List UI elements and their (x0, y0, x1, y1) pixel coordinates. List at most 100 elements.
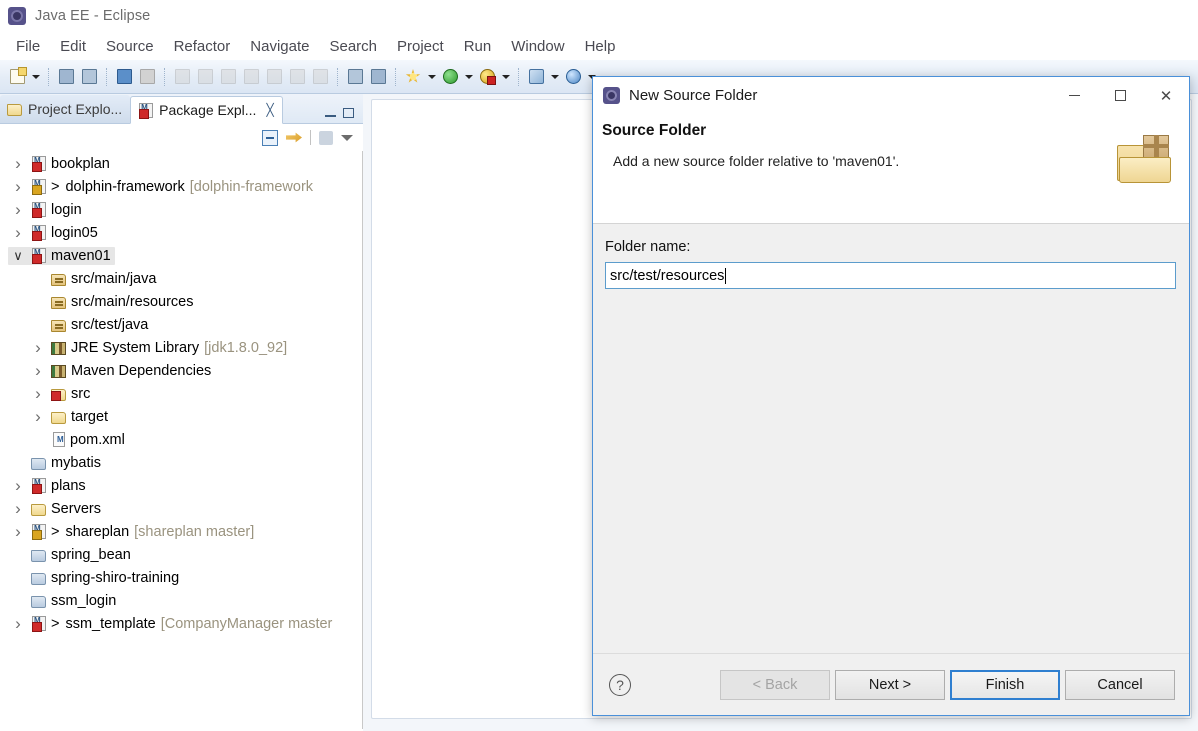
chevron-right-icon[interactable] (30, 339, 46, 356)
eclipse-icon (8, 7, 26, 25)
step-return-icon[interactable] (309, 65, 331, 89)
link-with-editor-icon[interactable] (286, 132, 302, 143)
dialog-body: Folder name: src/test/resources (593, 224, 1189, 653)
tree-item-annotation: [jdk1.8.0_92] (204, 339, 288, 356)
save-icon[interactable] (55, 65, 77, 89)
new-wizard-icon[interactable] (6, 65, 28, 89)
tree-row[interactable]: spring-shiro-training (0, 566, 362, 589)
maven-project-icon (32, 225, 46, 241)
tree-row[interactable]: > shareplan [shareplan master] (0, 520, 362, 543)
menu-search[interactable]: Search (319, 36, 387, 57)
finish-button[interactable]: Finish (950, 669, 1060, 700)
tree-item-label: dolphin-framework (65, 178, 185, 195)
tree-row[interactable]: login (0, 198, 362, 221)
chevron-right-icon[interactable] (10, 155, 26, 172)
new-profile-icon[interactable] (525, 65, 547, 89)
project-tree[interactable]: bookplan > dolphin-framework [dolphin-fram… (0, 151, 363, 729)
chevron-right-icon[interactable] (30, 408, 46, 425)
collapse-all-icon[interactable] (262, 129, 278, 146)
tree-row[interactable]: ssm_login (0, 589, 362, 612)
console-icon[interactable] (113, 65, 135, 89)
menu-file[interactable]: File (6, 36, 50, 57)
tree-row[interactable]: > ssm_template [CompanyManager master (0, 612, 362, 635)
menu-source[interactable]: Source (96, 36, 164, 57)
chevron-right-icon[interactable] (10, 201, 26, 218)
new-wizard-dropdown-arrow-icon[interactable] (29, 65, 42, 89)
back-button[interactable]: < Back (720, 669, 830, 700)
tree-item-label: spring-shiro-training (51, 569, 180, 586)
disconnect-icon[interactable] (240, 65, 262, 89)
step-over-icon[interactable] (286, 65, 308, 89)
tree-row[interactable]: Servers (0, 497, 362, 520)
dialog-header-title: Source Folder (602, 122, 707, 139)
run-server-icon[interactable] (476, 65, 498, 89)
minimize-view-icon[interactable] (325, 109, 336, 117)
close-icon[interactable]: ╳ (266, 104, 273, 116)
suspend-icon[interactable] (194, 65, 216, 89)
save-all-icon[interactable] (78, 65, 100, 89)
tree-row[interactable]: src (0, 382, 362, 405)
tree-row[interactable]: login05 (0, 221, 362, 244)
tree-row[interactable]: mybatis (0, 451, 362, 474)
chevron-right-icon[interactable] (10, 523, 26, 540)
debug-dropdown-arrow-icon[interactable] (425, 65, 438, 89)
chevron-right-icon[interactable] (10, 178, 26, 195)
chevron-right-icon[interactable] (10, 500, 26, 517)
menu-window[interactable]: Window (501, 36, 574, 57)
tree-row[interactable]: pom.xml (0, 428, 362, 451)
minimize-icon[interactable] (1051, 77, 1097, 114)
tree-row[interactable]: src/test/java (0, 313, 362, 336)
tree-row[interactable]: Maven Dependencies (0, 359, 362, 382)
chevron-right-icon[interactable] (30, 385, 46, 402)
tree-row[interactable]: spring_bean (0, 543, 362, 566)
run-server-dropdown-arrow-icon[interactable] (499, 65, 512, 89)
chevron-right-icon[interactable] (10, 477, 26, 494)
chevron-right-icon[interactable] (30, 362, 46, 379)
chevron-down-icon[interactable] (10, 249, 26, 263)
terminate-icon[interactable] (217, 65, 239, 89)
new-java-class-icon[interactable] (344, 65, 366, 89)
new-annotation-icon[interactable] (367, 65, 389, 89)
view-menu-icon[interactable] (341, 134, 353, 141)
new-profile-dropdown-arrow-icon[interactable] (548, 65, 561, 89)
chevron-right-icon[interactable] (10, 615, 26, 632)
tab-package-explorer[interactable]: Package Expl... ╳ (130, 96, 283, 124)
tree-row[interactable]: src/main/resources (0, 290, 362, 313)
tree-row[interactable]: > dolphin-framework [dolphin-framework (0, 175, 362, 198)
open-web-browser-icon[interactable] (562, 65, 584, 89)
tree-row[interactable]: plans (0, 474, 362, 497)
resume-icon[interactable] (171, 65, 193, 89)
source-package-icon (51, 296, 66, 309)
tree-row[interactable]: JRE System Library [jdk1.8.0_92] (0, 336, 362, 359)
menu-edit[interactable]: Edit (50, 36, 96, 57)
tab-project-explorer[interactable]: Project Explo... (0, 95, 131, 123)
tree-row[interactable]: maven01 (0, 244, 362, 267)
maximize-view-icon[interactable] (343, 108, 354, 118)
dialog-title: New Source Folder (629, 87, 758, 104)
menu-navigate[interactable]: Navigate (240, 36, 319, 57)
chevron-right-icon[interactable] (10, 224, 26, 241)
run-dropdown-arrow-icon[interactable] (462, 65, 475, 89)
step-into-icon[interactable] (263, 65, 285, 89)
tree-row[interactable]: bookplan (0, 152, 362, 175)
closed-project-icon (31, 572, 46, 585)
menu-help[interactable]: Help (575, 36, 626, 57)
run-icon[interactable] (439, 65, 461, 89)
debug-icon[interactable] (402, 65, 424, 89)
folder-name-input[interactable]: src/test/resources (605, 262, 1176, 289)
skip-breakpoints-icon[interactable] (136, 65, 158, 89)
xml-file-icon (53, 432, 65, 447)
menu-refactor[interactable]: Refactor (164, 36, 241, 57)
maximize-icon[interactable] (1097, 77, 1143, 114)
tree-row[interactable]: target (0, 405, 362, 428)
help-icon[interactable]: ? (609, 673, 631, 696)
view-toolbar-separator (310, 130, 311, 145)
next-button[interactable]: Next > (835, 669, 945, 700)
cancel-button[interactable]: Cancel (1065, 669, 1175, 700)
folder-name-label: Folder name: (605, 239, 691, 255)
close-icon[interactable]: ✕ (1143, 77, 1189, 114)
focus-on-active-task-icon[interactable] (319, 130, 333, 145)
tree-row[interactable]: src/main/java (0, 267, 362, 290)
menu-run[interactable]: Run (454, 36, 502, 57)
menu-project[interactable]: Project (387, 36, 454, 57)
